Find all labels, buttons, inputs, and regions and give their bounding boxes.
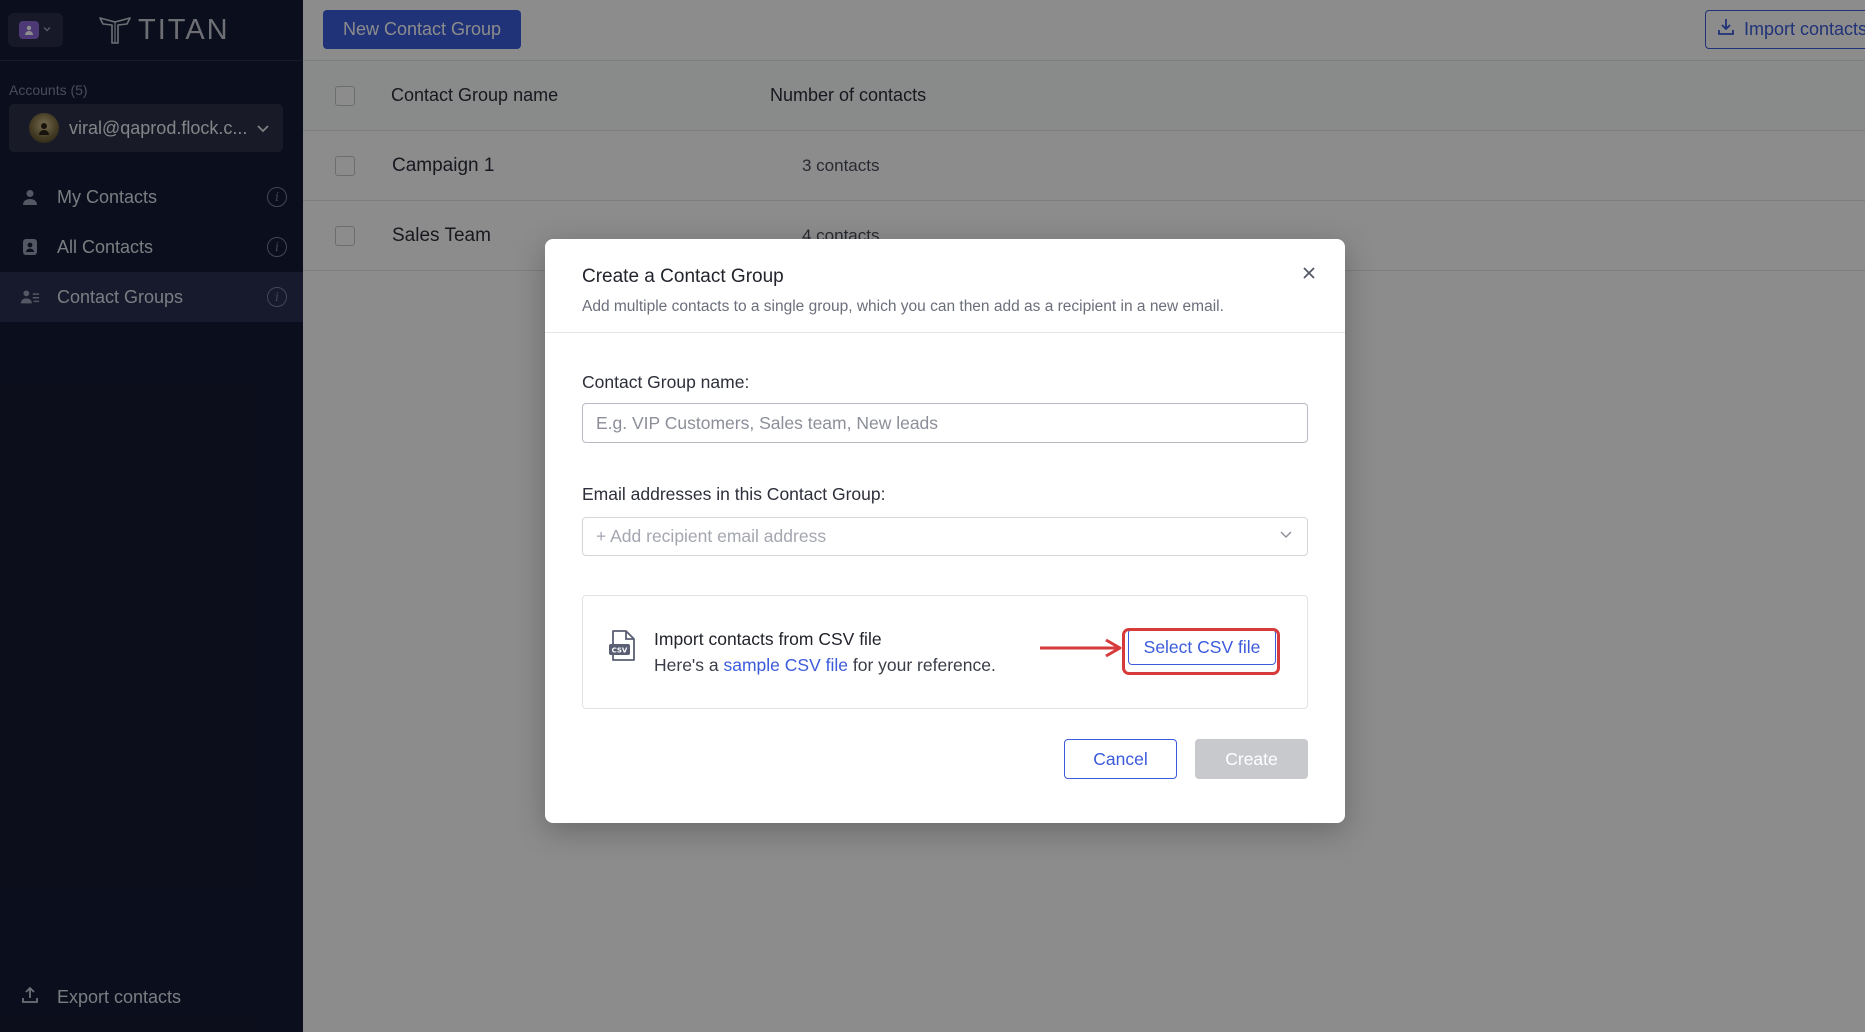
create-button[interactable]: Create — [1195, 739, 1308, 779]
recipient-placeholder: + Add recipient email address — [596, 526, 827, 546]
csv-import-title: Import contacts from CSV file — [654, 629, 882, 649]
group-name-label: Contact Group name: — [582, 372, 750, 392]
csv-import-box: CSV Import contacts from CSV file Here's… — [582, 595, 1308, 709]
chevron-down-icon — [1278, 526, 1294, 547]
sample-csv-link[interactable]: sample CSV file — [723, 655, 848, 675]
cancel-button[interactable]: Cancel — [1064, 739, 1177, 779]
recipient-email-select[interactable]: + Add recipient email address — [582, 517, 1308, 556]
csv-file-icon: CSV — [608, 629, 638, 668]
modal-title: Create a Contact Group — [582, 266, 784, 287]
csv-desc-suffix: for your reference. — [847, 655, 996, 675]
select-csv-file-button[interactable]: Select CSV file — [1128, 629, 1276, 665]
svg-text:CSV: CSV — [612, 647, 628, 655]
emails-label: Email addresses in this Contact Group: — [582, 484, 886, 504]
create-contact-group-dialog: Create a Contact Group Add multiple cont… — [545, 239, 1345, 823]
csv-import-description: Here's a sample CSV file for your refere… — [654, 655, 996, 676]
modal-subtitle: Add multiple contacts to a single group,… — [582, 298, 1224, 315]
group-name-input[interactable] — [582, 403, 1308, 443]
modal-header: Create a Contact Group Add multiple cont… — [545, 239, 1345, 333]
close-icon[interactable] — [1299, 263, 1319, 283]
annotation-arrow-icon — [1040, 638, 1122, 658]
csv-desc-prefix: Here's a — [654, 655, 724, 675]
